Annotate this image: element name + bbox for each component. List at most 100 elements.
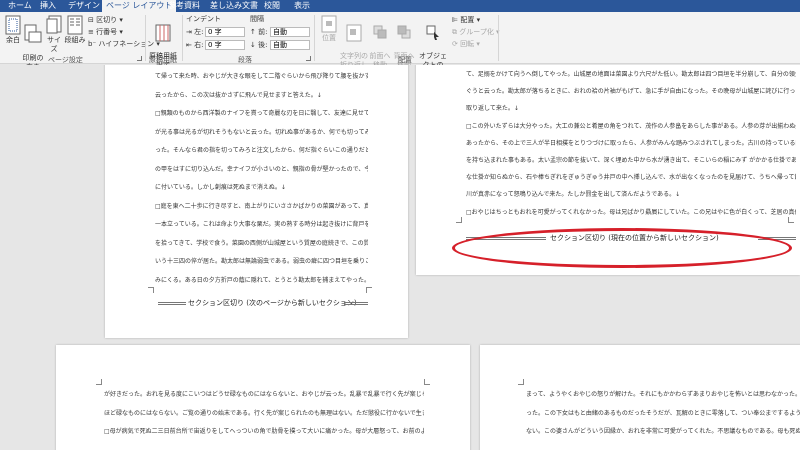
group-separator [145, 15, 146, 61]
document-text-line[interactable]: □庭を東へ二十歩に行き尽すと、南上がりにいささかばかりの菜園があって、真中に栗の… [155, 201, 368, 210]
wrap-text-icon [346, 24, 362, 42]
spacing-after-input[interactable]: 自動 [270, 40, 310, 50]
document-text-line[interactable]: に付いている。しかし創痕は死ぬまで消えぬ。↓ [155, 182, 368, 191]
indent-right-input[interactable]: 0 字 [205, 40, 245, 50]
document-text-line[interactable]: □母が病気で死ぬ二三日前台所で宙返りをしてへっついの角で肋骨を撲って大いに痛かっ… [104, 426, 424, 435]
send-backward-icon [397, 25, 411, 39]
tab-design[interactable]: デザイン [64, 0, 104, 12]
spacing-heading: 間隔 [250, 15, 264, 23]
arrange-group-label: 配置 [398, 56, 412, 64]
tab-insert[interactable]: 挿入 [36, 0, 60, 12]
section-break-line [158, 302, 186, 305]
crop-mark [148, 287, 154, 293]
document-text-line[interactable]: な仕掛か知らぬから、石や棒ちぎれをぎゅうぎゅう井戸の中へ挿し込んで、水が出なくな… [466, 172, 796, 181]
tab-home[interactable]: ホーム [4, 0, 36, 12]
group-icon: ⧉ [452, 28, 457, 36]
tab-mailings[interactable]: 差し込み文書 [206, 0, 262, 12]
document-text-line[interactable]: 取り返して来た。↓ [466, 103, 796, 112]
line-numbers-icon: ≡ [88, 28, 94, 36]
document-text-line[interactable]: いう十三四の倅が居た。勘太郎は無論弱虫である。弱虫の癖に四つ目垣を乗りこえて、栗… [155, 256, 368, 265]
rotate-icon: ⟳ [452, 40, 458, 48]
page-setup-group-label: ページ設定 [48, 56, 83, 64]
crop-mark [366, 287, 372, 293]
document-text-line[interactable]: 云ったから、この次は抜かさずに飛んで見せますと答えた。↓ [155, 90, 368, 99]
selection-pane-icon [426, 25, 439, 40]
spacing-before-input[interactable]: 自動 [270, 27, 310, 37]
indent-right-label: ⇤ 右: [186, 41, 204, 49]
document-text-line[interactable]: □親類のものから西洋製のナイフを貰って奇麗な刃を日に翳して、友達に見せていたら、… [155, 108, 368, 117]
hyphenation-icon: b⁻ [88, 40, 97, 48]
document-text-line[interactable]: を持ち込まれた事もある。太い孟宗の節を抜いて、深く埋めた中から水が湧き出て、そこ… [466, 155, 796, 164]
paragraph-launcher-icon[interactable] [306, 56, 311, 61]
document-area[interactable]: て帰って来た時、おやじが大きな眼をして二階ぐらいから飛び降りて腰を抜かす奴がある… [0, 65, 800, 450]
document-text-line[interactable]: て帰って来た時、おやじが大きな眼をして二階ぐらいから飛び降りて腰を抜かす奴がある… [155, 71, 368, 80]
document-text-line[interactable]: ほど碌なものにはならない。ご覧の通りの始末である。行く先が案じられたのも無理はな… [104, 408, 424, 417]
wrap-text-button[interactable]: 文字列の 折り返し [340, 15, 368, 70]
page-left-top[interactable]: て帰って来た時、おやじが大きな眼をして二階ぐらいから飛び降りて腰を抜かす奴がある… [105, 65, 408, 338]
group-separator [498, 15, 499, 61]
document-text-line[interactable]: 川が真赤になって怒鳴り込んで来た。たしか罰金を出して済んだようである。↓ [466, 189, 796, 198]
document-text-line[interactable]: ぐうと云った。勘太郎が落ちるときに、おれの袷の片袖がもげて、急に手が自由になった… [466, 86, 796, 95]
document-text-line[interactable]: った。そんなら君の指を切ってみろと注文したから、何だ指ぐらいこの通りだと右の手の… [155, 145, 368, 154]
margins-button[interactable]: 余白 [2, 15, 24, 45]
section-break-next-page: セクション区切り (次のページから新しいセクション) [158, 298, 368, 308]
columns-icon [67, 15, 83, 35]
group-separator [182, 15, 183, 61]
spacing-before-label: ↑ 前: [250, 28, 268, 36]
document-text-line[interactable]: った。この下女はもと由緒のあるものだったそうだが、瓦解のときに零落して、つい奉公… [526, 408, 800, 417]
line-numbers-button[interactable]: ≡ 行番号 ▾ [88, 27, 123, 37]
group-objects-button[interactable]: ⧉ グループ化 ▾ [452, 27, 500, 37]
ribbon-tab-bar: ホーム 挿入 デザイン ページ レイアウト 参考資料 差し込み文書 校閲 表示 [0, 0, 800, 12]
orientation-button[interactable]: 印刷の 向き [22, 15, 44, 72]
document-text-line[interactable]: ない。この婆さんがどういう因縁か、おれを非常に可愛がってくれた。不思議なものであ… [526, 426, 800, 435]
document-text-line[interactable]: □おやじはちっともおれを可愛がってくれなかった。母は兄ばかり贔屓にしていた。この… [466, 207, 796, 216]
crop-mark [456, 217, 462, 223]
columns-button[interactable]: 段組み [64, 15, 86, 45]
indent-heading: インデント [186, 15, 221, 23]
document-text-line[interactable]: の甲をはすに切り込んだ。幸ナイフが小さいのと、親指の骨が堅かったので、今だに親指… [155, 164, 368, 173]
highlight-annotation-oval [452, 228, 792, 268]
document-text-line[interactable]: あったから、その上で三人が半日相撲をとりつづけに取ったら、人参がみんな踏みつぶさ… [466, 138, 796, 147]
spacing-after-label: ↓ 後: [250, 41, 268, 49]
orientation-icon [24, 24, 42, 43]
ribbon: 余白 印刷の 向き サイズ 段組み ⊟ 区切り ▾ ≡ 行番号 ▾ b⁻ ハイフ… [0, 12, 800, 87]
rotate-button[interactable]: ⟳ 回転 ▾ [452, 39, 480, 49]
indent-left-input[interactable]: 0 字 [205, 27, 245, 37]
tab-references[interactable]: 参考資料 [164, 0, 204, 12]
size-button[interactable]: サイズ [44, 15, 64, 54]
page-setup-launcher-icon[interactable] [137, 56, 142, 61]
crop-mark [518, 379, 524, 385]
spacing-after-icon: ↓ [250, 41, 256, 49]
bring-forward-button[interactable]: 前面へ 移動 [368, 15, 392, 70]
align-button[interactable]: ⊫ 配置 ▾ [452, 15, 480, 25]
spacing-before-icon: ↑ [250, 28, 256, 36]
page-bottom-left[interactable]: が好きだった。おれを見る度にこいつはどうせ碌なものにはならないと、おやじが云った… [56, 345, 470, 450]
paper-size-icon [46, 15, 62, 34]
position-icon [321, 15, 337, 33]
tab-view[interactable]: 表示 [290, 0, 314, 12]
document-text-line[interactable]: みにくる。ある日の夕方折戸の蔭に隠れて、とうとう勘太郎を捕まえてやった。その時勘… [155, 275, 368, 284]
indent-left-icon: ⇥ [186, 28, 192, 36]
document-text-line[interactable]: 一本立っている。これは命より大事な栗だ。実の熟する時分は起き抜けに背戸を出て落ち… [155, 219, 368, 228]
section-break-line [344, 302, 368, 305]
document-text-line[interactable]: を拾ってきて、学校で食う。菜園の西側が山城屋という質屋の庭続きで、この質屋に勘太… [155, 238, 368, 247]
section-break-label: セクション区切り (次のページから新しいセクション) [188, 299, 357, 307]
paragraph-group-label: 段落 [238, 56, 252, 64]
align-icon: ⊫ [452, 16, 459, 24]
breaks-icon: ⊟ [88, 16, 94, 24]
page-bottom-right[interactable]: まって、ようやくおやじの怒りが解けた。それにもかかわらずあまりおやじを怖いとは思… [480, 345, 800, 450]
crop-mark [788, 217, 794, 223]
crop-mark [424, 379, 430, 385]
document-text-line[interactable]: が好きだった。おれを見る度にこいつはどうせ碌なものにはならないと、おやじが云った… [104, 389, 424, 398]
breaks-button[interactable]: ⊟ 区切り ▾ [88, 15, 123, 25]
indent-left-label: ⇥ 左: [186, 28, 204, 36]
position-button[interactable]: 位置 [318, 15, 340, 43]
document-text-line[interactable]: て、足搦をかけて向うへ倒してやった。山城屋の地面は菜園より六尺がた低い。勘太郎は… [466, 69, 796, 78]
manuscript-group-label: 原稿用紙 [149, 56, 177, 64]
tab-review[interactable]: 校閲 [260, 0, 284, 12]
document-text-line[interactable]: □この外いたずらは大分やった。大工の兼公と肴屋の角をつれて、茂作の人参畠をあらし… [466, 121, 796, 130]
indent-right-icon: ⇤ [186, 41, 192, 49]
document-text-line[interactable]: が光る事は光るが切れそうもないと云った。切れぬ事があるか、何でも切ってみせると受… [155, 127, 368, 136]
document-text-line[interactable]: まって、ようやくおやじの怒りが解けた。それにもかかわらずあまりおやじを怖いとは思… [526, 389, 800, 398]
margins-icon [5, 15, 21, 35]
